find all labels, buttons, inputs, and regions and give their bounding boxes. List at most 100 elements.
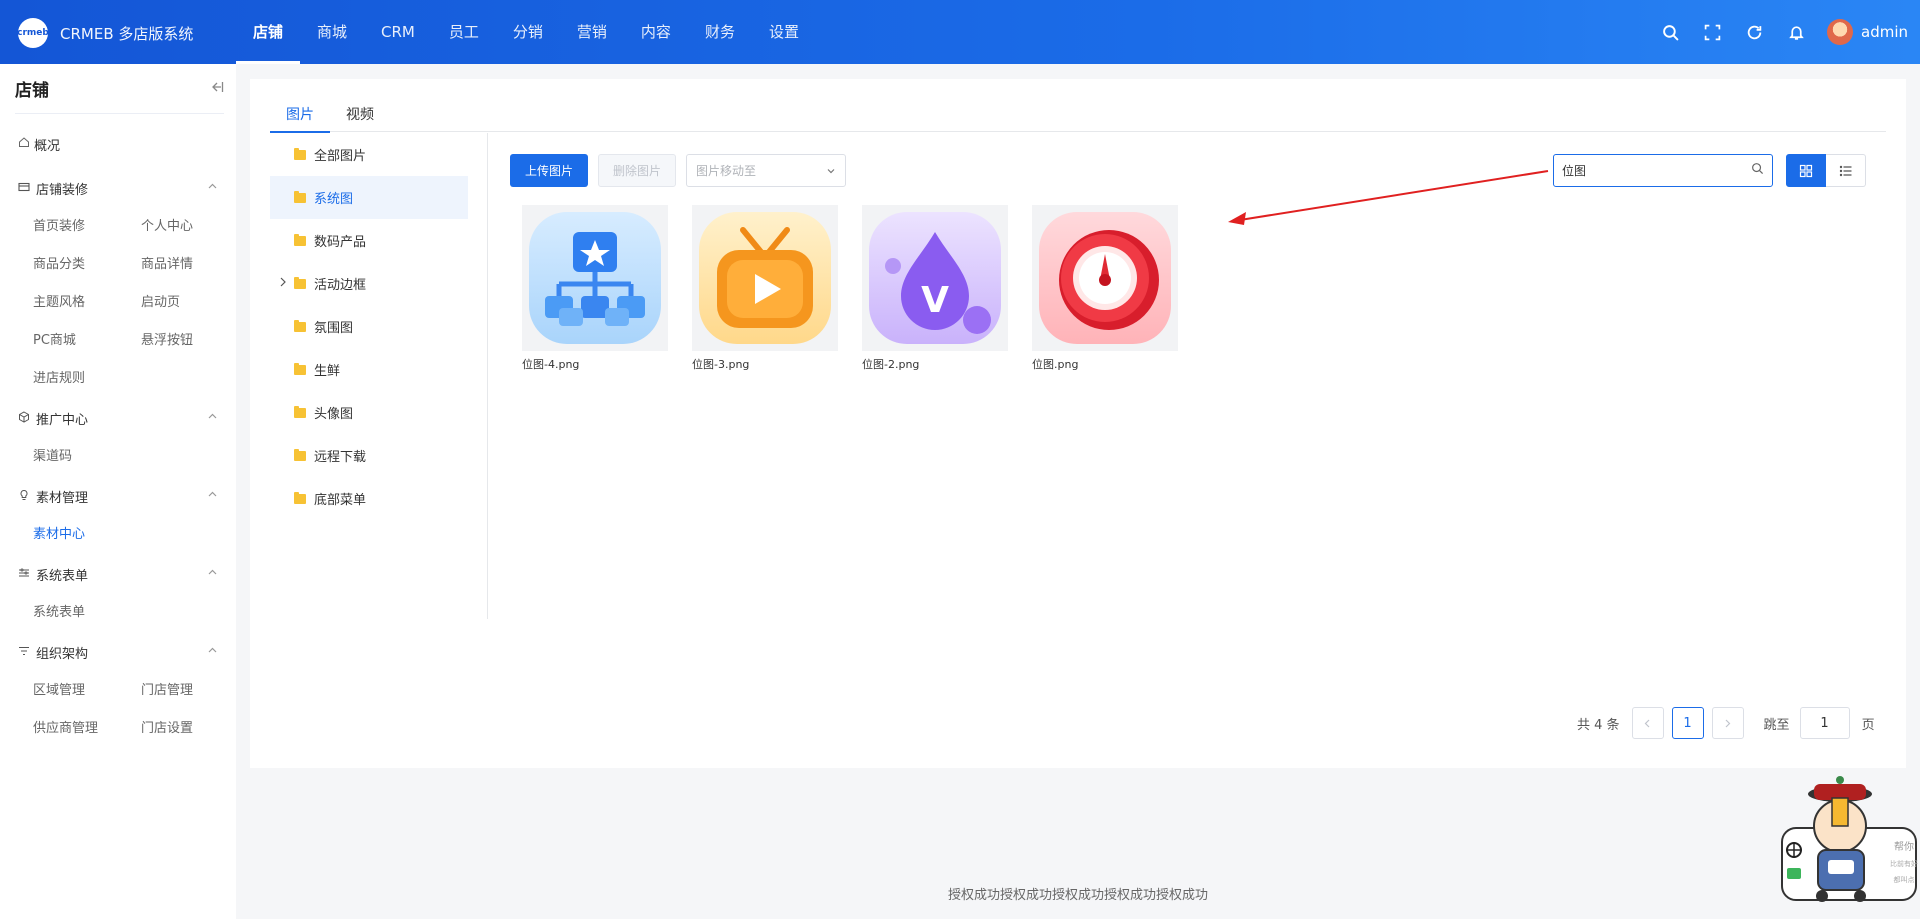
sidebar-item-entry-rules[interactable]: 进店规则 xyxy=(33,360,141,398)
page-number[interactable]: 1 xyxy=(1671,707,1704,739)
material-center-panel: 图片 视频 全部图片 系统图 数码产品 活动边框 氛围图 生鲜 头像图 远程下载… xyxy=(250,79,1906,768)
sidebar-item-material-center[interactable]: 素材中心 xyxy=(33,516,141,554)
topnav-item-marketing[interactable]: 营销 xyxy=(560,0,624,64)
image-filename: 位图.png xyxy=(1032,358,1079,371)
next-page-button[interactable] xyxy=(1711,707,1744,739)
sidebar-item-personal-center[interactable]: 个人中心 xyxy=(141,208,249,246)
sidebar-group-system-form[interactable]: 系统表单 xyxy=(0,554,236,594)
list-view-button[interactable] xyxy=(1826,154,1866,187)
folder-item[interactable]: 底部菜单 xyxy=(270,477,468,520)
sidebar-item-overview[interactable]: 概况 xyxy=(0,120,236,168)
upload-image-button[interactable]: 上传图片 xyxy=(510,154,588,187)
image-filename: 位图-2.png xyxy=(862,358,920,371)
sidebar-group-organization[interactable]: 组织架构 xyxy=(0,632,236,672)
chevron-left-icon xyxy=(1644,719,1650,727)
image-grid: 位图-4.png 位图-3.png V 位图-2.png 位图.png xyxy=(522,205,1202,372)
svg-text:都叫点: 都叫点 xyxy=(1894,875,1915,884)
brand[interactable]: crmeb CRMEB 多店版系统 xyxy=(17,18,193,48)
image-thumbnail[interactable]: V xyxy=(862,205,1008,351)
folder-item[interactable]: 头像图 xyxy=(270,391,468,434)
view-toggle xyxy=(1786,154,1866,187)
folder-item[interactable]: 氛围图 xyxy=(270,305,468,348)
folder-item[interactable]: 远程下载 xyxy=(270,434,468,477)
image-thumbnail[interactable] xyxy=(692,205,838,351)
chevron-up-icon xyxy=(207,567,218,582)
topnav-item-distribution[interactable]: 分销 xyxy=(496,0,560,64)
sidebar-submenu-promotion: 渠道码 xyxy=(0,438,236,476)
pagination: 共 4 条 1 跳至 1 页 xyxy=(1577,707,1875,739)
folder-label: 氛围图 xyxy=(314,321,354,336)
chevron-right-icon[interactable] xyxy=(278,276,288,288)
chevron-up-icon xyxy=(207,489,218,504)
sidebar-submenu-decoration: 首页装修 个人中心 商品分类 商品详情 主题风格 启动页 PC商城 悬浮按钮 进… xyxy=(0,208,236,398)
sidebar-group-promotion[interactable]: 推广中心 xyxy=(0,398,236,438)
folder-item[interactable]: 全部图片 xyxy=(270,133,468,176)
sidebar-group-decoration[interactable]: 店铺装修 xyxy=(0,168,236,208)
sidebar-submenu-organization: 区域管理 门店管理 供应商管理 门店设置 xyxy=(0,672,236,748)
folder-label: 全部图片 xyxy=(314,149,367,164)
folder-label: 数码产品 xyxy=(314,235,367,250)
topnav-item-content[interactable]: 内容 xyxy=(624,0,688,64)
image-card[interactable]: 位图.png xyxy=(1032,205,1178,372)
sidebar-group-material[interactable]: 素材管理 xyxy=(0,476,236,516)
layout-icon xyxy=(18,181,32,195)
user-name[interactable]: admin xyxy=(1861,23,1908,41)
topnav-item-finance[interactable]: 财务 xyxy=(688,0,752,64)
topnav-item-settings[interactable]: 设置 xyxy=(752,0,816,64)
svg-text:V: V xyxy=(921,280,949,321)
sidebar-item-theme[interactable]: 主题风格 xyxy=(33,284,141,322)
sidebar-item-store-settings[interactable]: 门店设置 xyxy=(141,710,249,748)
tab-videos[interactable]: 视频 xyxy=(330,105,390,132)
sidebar-item-channel-code[interactable]: 渠道码 xyxy=(33,438,141,476)
topnav-item-staff[interactable]: 员工 xyxy=(432,0,496,64)
image-thumbnail[interactable] xyxy=(1032,205,1178,351)
sidebar-item-region[interactable]: 区域管理 xyxy=(33,672,141,710)
grid-view-button[interactable] xyxy=(1786,154,1826,187)
collapse-sidebar-icon[interactable] xyxy=(210,80,224,98)
folder-item[interactable]: 生鲜 xyxy=(270,348,468,391)
assistant-mascot[interactable]: 帮你 比前有好 都叫点 xyxy=(1778,772,1920,904)
sidebar-item-product-category[interactable]: 商品分类 xyxy=(33,246,141,284)
topnav-item-crm[interactable]: CRM xyxy=(364,0,432,64)
image-card[interactable]: 位图-3.png xyxy=(692,205,838,372)
delete-image-button[interactable]: 删除图片 xyxy=(598,154,676,187)
sidebar-item-system-form[interactable]: 系统表单 xyxy=(33,594,141,632)
sidebar-item-supplier[interactable]: 供应商管理 xyxy=(33,710,141,748)
search-icon[interactable] xyxy=(1751,162,1764,179)
topnav-item-store[interactable]: 店铺 xyxy=(236,0,301,64)
sidebar-item-float-button[interactable]: 悬浮按钮 xyxy=(141,322,249,360)
topnav-item-mall[interactable]: 商城 xyxy=(300,0,364,64)
folder-icon xyxy=(294,405,306,418)
image-thumbnail[interactable] xyxy=(522,205,668,351)
bell-icon[interactable] xyxy=(1775,0,1817,64)
jump-page-input[interactable]: 1 xyxy=(1799,707,1850,739)
cube-icon xyxy=(18,411,32,425)
image-card[interactable]: V 位图-2.png xyxy=(862,205,1008,372)
image-search-input[interactable] xyxy=(1562,163,1751,178)
sidebar-group-label: 素材管理 xyxy=(36,490,89,506)
sidebar-item-product-detail[interactable]: 商品详情 xyxy=(141,246,249,284)
sidebar-item-home-decoration[interactable]: 首页装修 xyxy=(33,208,141,246)
move-to-select[interactable]: 图片移动至 xyxy=(686,154,846,187)
prev-page-button[interactable] xyxy=(1631,707,1664,739)
sidebar-item-store-manage[interactable]: 门店管理 xyxy=(141,672,249,710)
folder-item[interactable]: 活动边框 xyxy=(270,262,468,305)
chevron-down-icon xyxy=(827,168,835,173)
sidebar-group-label: 推广中心 xyxy=(36,412,89,428)
folder-icon xyxy=(294,448,306,461)
svg-text:帮你: 帮你 xyxy=(1894,840,1914,853)
refresh-icon[interactable] xyxy=(1733,0,1775,64)
fullscreen-icon[interactable] xyxy=(1691,0,1733,64)
image-filename: 位图-3.png xyxy=(692,358,750,371)
tab-images[interactable]: 图片 xyxy=(270,105,330,133)
user-avatar[interactable] xyxy=(1827,19,1853,45)
folder-item[interactable]: 数码产品 xyxy=(270,219,468,262)
search-icon[interactable] xyxy=(1649,0,1691,64)
image-card[interactable]: 位图-4.png xyxy=(522,205,668,372)
top-nav: 店铺 商城 CRM 员工 分销 营销 内容 财务 设置 xyxy=(236,0,816,64)
bulb-icon xyxy=(18,489,32,503)
sidebar-item-pc-mall[interactable]: PC商城 xyxy=(33,322,141,360)
sidebar-item-splash[interactable]: 启动页 xyxy=(141,284,249,322)
folder-item[interactable]: 系统图 xyxy=(270,176,468,219)
image-search-box[interactable] xyxy=(1553,154,1773,187)
